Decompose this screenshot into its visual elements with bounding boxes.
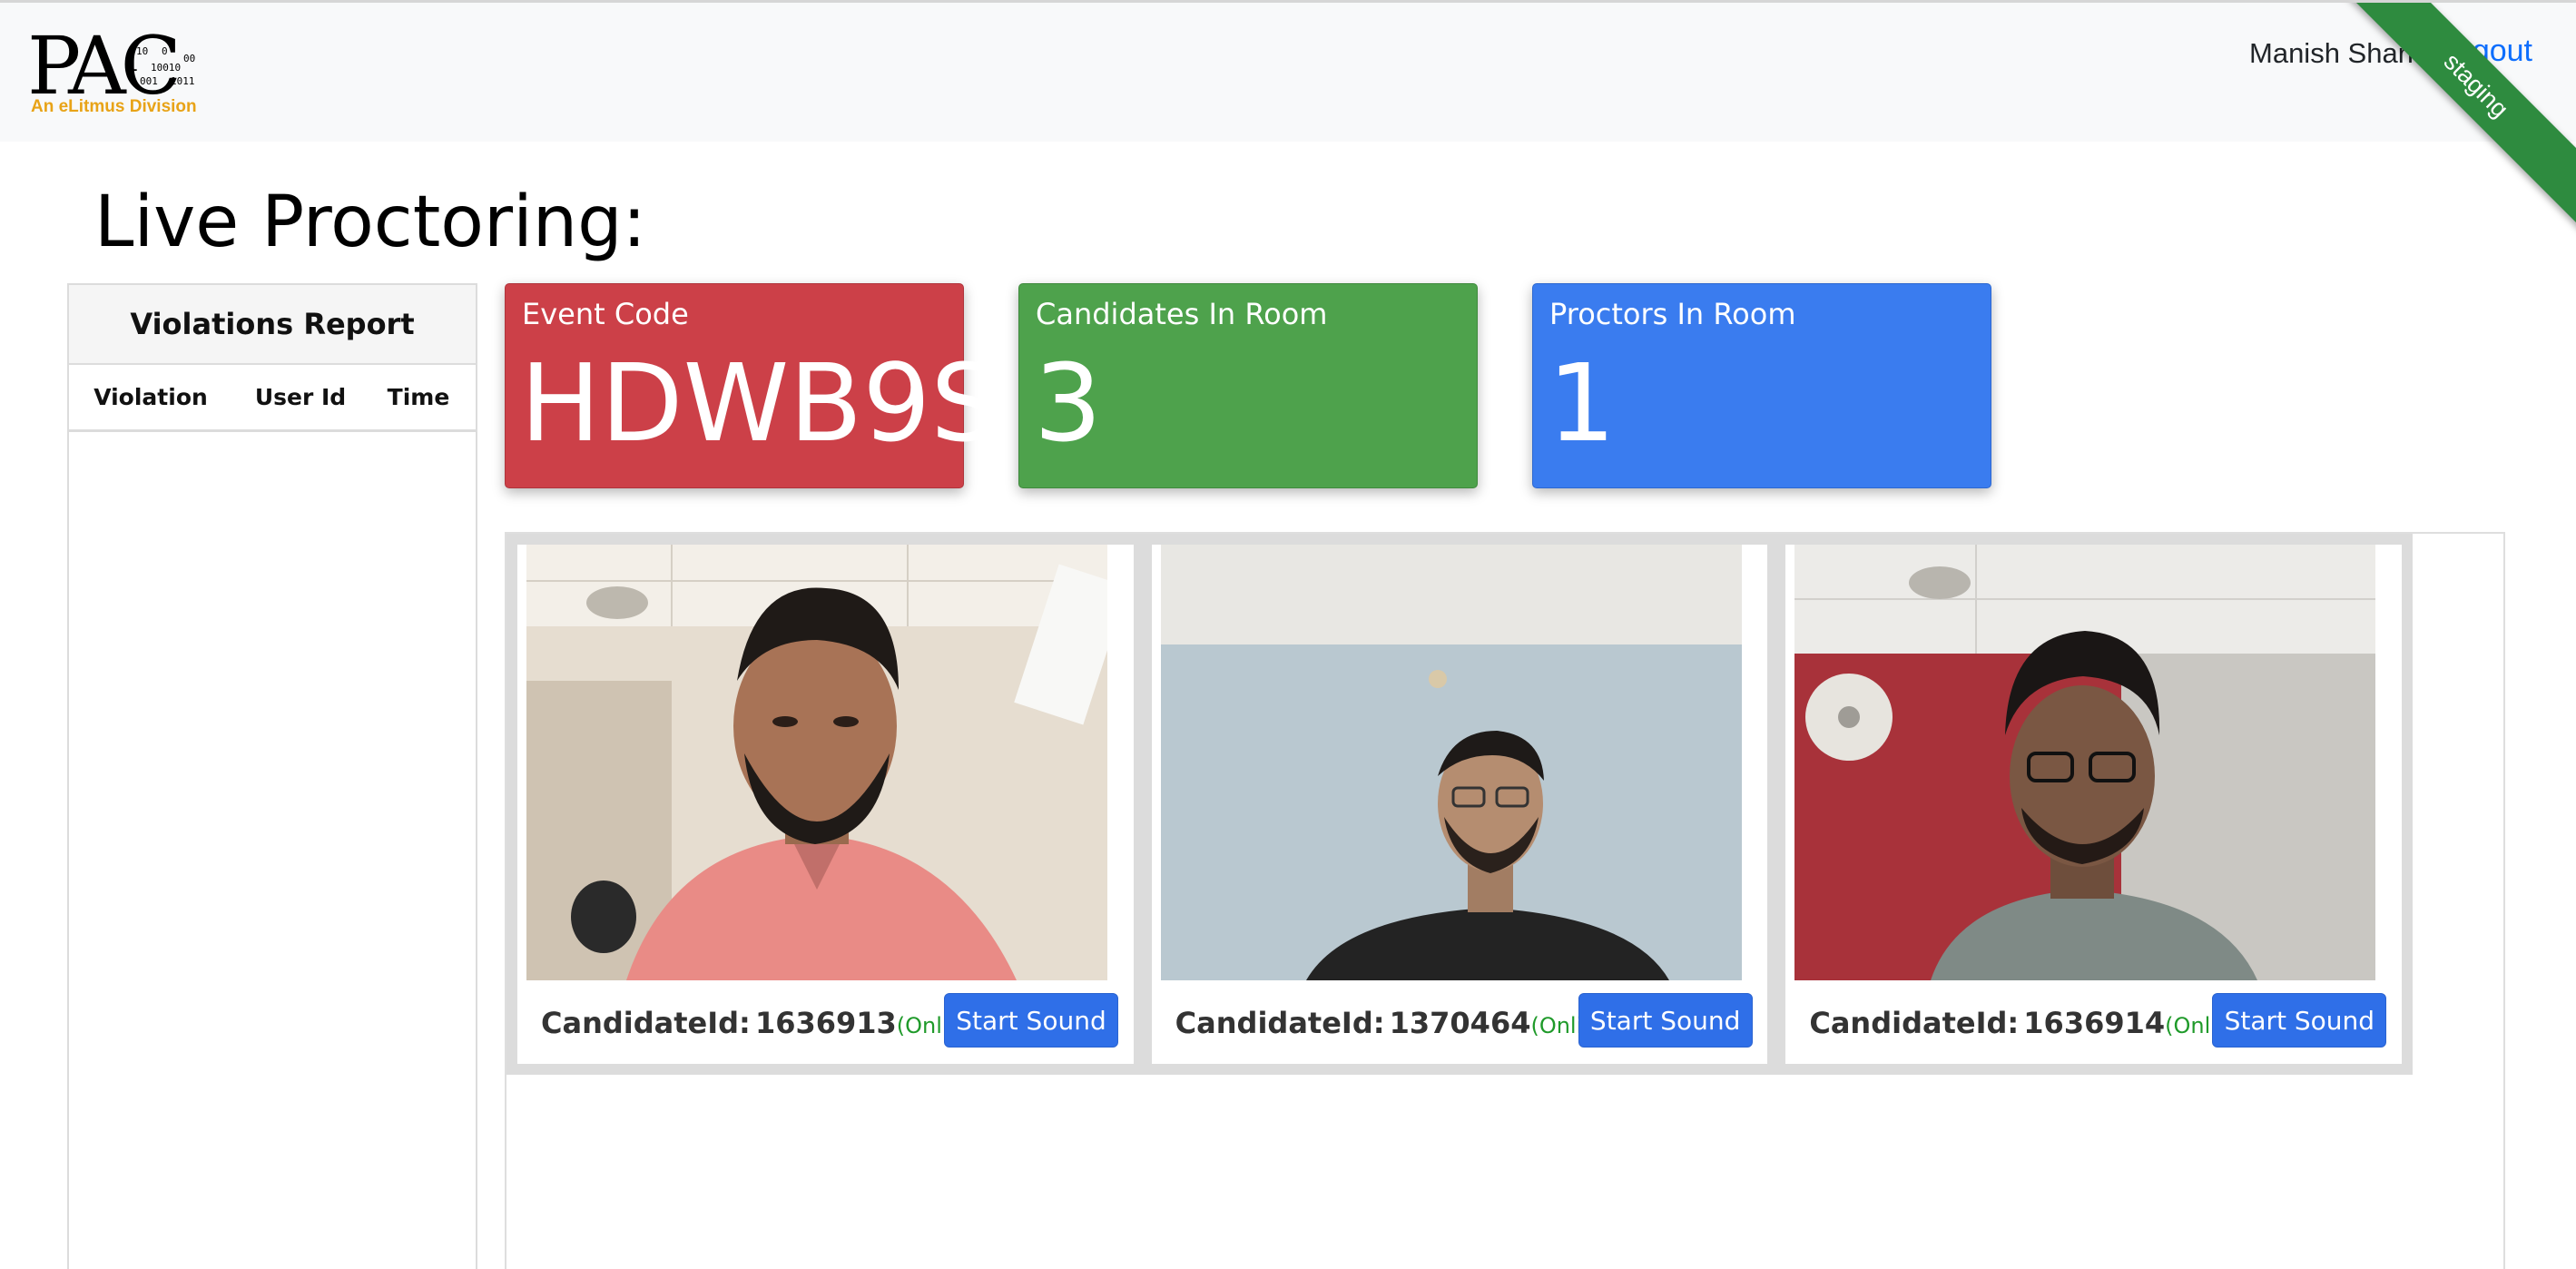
logo-bits: 1011 (171, 75, 195, 87)
card-label: Event Code (522, 297, 689, 331)
start-sound-button[interactable]: Start Sound (1578, 993, 1753, 1048)
logout-link[interactable]: Logout (2438, 34, 2532, 69)
candidate-video-feed[interactable] (1160, 545, 1742, 980)
proctors-count-value: 1 (1548, 340, 1617, 466)
column-header-user-id: User Id (254, 384, 347, 410)
column-header-violation: Violation (93, 384, 208, 410)
candidate-tile: CandidateId: 1370464(Online) Start Sound (1151, 545, 1768, 1064)
proctors-in-room-card: Proctors In Room 1 (1532, 283, 1991, 488)
card-label: Candidates In Room (1036, 297, 1328, 331)
candidate-info: CandidateId: 1636913(Online) (541, 1006, 984, 1040)
candidate-tile: CandidateId: 1636914(Online) Start Sound (1785, 545, 2403, 1064)
page-title: Live Proctoring: (94, 182, 646, 263)
candidate-id-label: CandidateId: (1175, 1006, 1385, 1040)
logo-bits: 10010 (151, 62, 182, 74)
user-name: Manish Sharma (2249, 37, 2447, 69)
candidate-video-feed[interactable] (1794, 545, 2376, 980)
violations-report-title: Violations Report (69, 285, 476, 365)
logo-bits: 0 (162, 45, 168, 57)
logo-tagline: An eLitmus Division (31, 97, 197, 116)
candidates-count-value: 3 (1034, 340, 1103, 466)
violations-table-header: Violation User Id Time (69, 365, 476, 432)
logo-bits: 1 (127, 54, 139, 75)
candidate-info: CandidateId: 1636914(Online) (1809, 1006, 2252, 1040)
logo-bits: 001 (140, 75, 158, 87)
video-grid-area: CandidateId: 1636913(Online) Start Sound (505, 532, 2505, 1269)
candidate-id: 1636913 (754, 1006, 897, 1040)
candidate-video-feed[interactable] (526, 545, 1107, 980)
event-code-card: Event Code HDWB9S (505, 283, 998, 488)
logo-bits: 00 (183, 53, 196, 64)
start-sound-button[interactable]: Start Sound (944, 993, 1118, 1048)
violations-report-panel: Violations Report Violation User Id Time (67, 283, 477, 1269)
card-label: Proctors In Room (1549, 297, 1796, 331)
candidate-id-label: CandidateId: (1809, 1006, 2020, 1040)
candidate-tile: CandidateId: 1636913(Online) Start Sound (517, 545, 1134, 1064)
event-code-value: HDWB9S (520, 340, 999, 466)
candidates-in-room-card: Candidates In Room 3 (1018, 283, 1478, 488)
candidate-id: 1370464 (1389, 1006, 1531, 1040)
column-header-time: Time (387, 384, 450, 410)
candidate-info: CandidateId: 1370464(Online) (1175, 1006, 1618, 1040)
candidate-tiles: CandidateId: 1636913(Online) Start Sound (506, 534, 2413, 1075)
pac-logo[interactable]: PAC 10 0 1 00 10010 001 1011 An eLitmus … (27, 26, 218, 121)
candidate-id: 1636914 (2023, 1006, 2166, 1040)
start-sound-button[interactable]: Start Sound (2212, 993, 2387, 1048)
top-navbar: PAC 10 0 1 00 10010 001 1011 An eLitmus … (0, 0, 2576, 239)
candidate-id-label: CandidateId: (541, 1006, 751, 1040)
